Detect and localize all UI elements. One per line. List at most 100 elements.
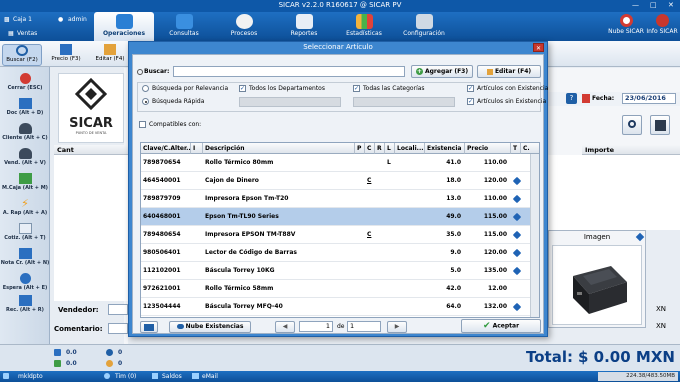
editar-button[interactable]: Editar (F4) (90, 44, 130, 66)
sidebar-item-cliente[interactable]: Cliente (Alt + C) (0, 123, 50, 141)
table-row[interactable]: 123504444 Báscula Torrey MFQ-40 64.0 132.00 (141, 298, 531, 316)
tab-consultas[interactable]: Consultas (154, 12, 214, 41)
tab-procesos[interactable]: Procesos (214, 12, 274, 41)
items-icon (106, 360, 113, 367)
buscar-input[interactable] (173, 66, 405, 77)
sidebar-item-vendedor[interactable]: Vend. (Alt + V) (0, 148, 50, 166)
status-saldos[interactable]: Saldos (162, 373, 182, 380)
precio-button[interactable]: Precio (F3) (46, 44, 86, 66)
vendedor-field[interactable] (108, 304, 128, 315)
seller-icon (18, 148, 32, 159)
image-panel-title: Imagen (583, 233, 611, 241)
ventas-label[interactable]: Ventas (17, 30, 37, 37)
table-row[interactable]: 789480654 Impresora EPSON TM-T88V C 35.0 115… (141, 226, 531, 244)
todas-cats-checkbox[interactable]: ✓ (353, 85, 360, 92)
col-clave[interactable]: Clave/C.Alter... (141, 143, 193, 154)
aceptar-button[interactable]: ✔ Aceptar (461, 319, 541, 333)
sin-existencia-checkbox[interactable]: ✓ (467, 98, 474, 105)
info-icon (655, 14, 669, 27)
search-icon (16, 45, 28, 56)
tab-estadisticas[interactable]: Estadísticas (334, 12, 394, 41)
con-existencia-checkbox[interactable]: ✓ (467, 85, 474, 92)
next-page-button[interactable]: ▶ (387, 321, 407, 333)
prev-page-button[interactable]: ◀ (275, 321, 295, 333)
col-descripcion[interactable]: Descripción (203, 143, 355, 154)
articles-table: Clave/C.Alter... I Descripción P C R L L… (140, 142, 540, 318)
view-mode-button[interactable] (140, 321, 158, 333)
col-l[interactable]: L (385, 143, 395, 154)
cell-descripcion: Epson Tm-TL90 Series (205, 213, 279, 220)
col-precio[interactable]: Precio (465, 143, 511, 154)
table-row[interactable]: 464540001 Cajon de Dinero C 18.0 120.00 (141, 172, 531, 190)
save-button[interactable] (650, 115, 670, 135)
nube-sicar-button[interactable]: Nube SICAR (608, 12, 644, 41)
nube-existencias-button[interactable]: Nube Existencias (169, 321, 251, 333)
info-sicar-button[interactable]: Info SICAR (644, 12, 680, 41)
col-r[interactable]: R (375, 143, 385, 154)
table-row[interactable]: 112102001 Báscula Torrey 10KG 5.0 135.00 (141, 262, 531, 280)
buscar-button[interactable]: Buscar (F2) (2, 44, 42, 66)
col-cant: Cant (54, 145, 128, 155)
col-c2[interactable]: C. (521, 143, 539, 154)
col-t[interactable]: T (511, 143, 521, 154)
page-current[interactable]: 1 (299, 321, 333, 332)
main-search-button[interactable] (622, 115, 642, 135)
table-row[interactable]: 640468001 Epson Tm-TL90 Series 49.0 115.00 (141, 208, 531, 226)
status-email[interactable]: eMail (202, 373, 218, 380)
search-icon (137, 69, 143, 75)
tab-operaciones[interactable]: Operaciones (94, 12, 154, 41)
tab-configuracion[interactable]: Configuración (394, 12, 454, 41)
col-i[interactable]: I (191, 143, 203, 154)
status-tim[interactable]: Tim (0) (115, 373, 136, 380)
col-p[interactable]: P (355, 143, 365, 154)
rapida-radio[interactable] (142, 98, 149, 105)
sidebar-item-label: Nota Cr. (Alt + N) (0, 260, 50, 266)
sidebar-item-rec[interactable]: Rec. (Alt + R) (0, 295, 50, 313)
cell-clave: 789870654 (143, 159, 181, 166)
col-c[interactable]: C (365, 143, 375, 154)
tag-icon (512, 248, 522, 258)
dialog-close-icon[interactable]: ✕ (533, 43, 544, 52)
change-icon (54, 360, 61, 367)
sidebar-item-cerrar[interactable]: Cerrar (ESC) (0, 73, 50, 91)
table-row[interactable]: 972621001 Rollo Térmico 58mm 42.0 12.00 (141, 280, 531, 298)
fecha-field[interactable]: 23/06/2016 (622, 93, 676, 104)
register-icon: ▩ (4, 16, 10, 23)
close-icon[interactable]: ✕ (668, 1, 674, 9)
todas-cats-label: Todas las Categorías (363, 85, 425, 92)
tag-icon (512, 194, 522, 204)
bottom-bar: 0.0 0.0 0 0 Total: $ 0.00 MXN (0, 344, 680, 371)
buscar-label: Buscar: (144, 68, 170, 75)
sidebar-item-arap[interactable]: ⚡ A. Rap (Alt + A) (0, 198, 50, 216)
sidebar-item-cotiz[interactable]: Cotiz. (Alt + T) (0, 223, 50, 241)
cash-icon (54, 349, 61, 356)
sidebar-item-label: Doc (Alt + D) (6, 110, 44, 116)
sidebar-item-espera[interactable]: Espera (Alt + E) (0, 273, 50, 291)
relevancia-radio[interactable] (142, 85, 149, 92)
sidebar-item-notacr[interactable]: Nota Cr. (Alt + N) (0, 248, 50, 266)
col-localizacion[interactable]: Locali... (395, 143, 425, 154)
sidebar-item-doc[interactable]: Doc (Alt + D) (0, 98, 50, 116)
status-bar: mkldpto Tim (0) Saldos eMail 224.38/483.… (0, 371, 680, 382)
mxn-label-2: XN (656, 322, 667, 330)
todos-deptos-checkbox[interactable]: ✓ (239, 85, 246, 92)
table-row[interactable]: 980506401 Lector de Código de Barras 9.0 12… (141, 244, 531, 262)
doc-icon (18, 98, 32, 109)
compatibles-checkbox[interactable] (139, 121, 146, 128)
credit-note-icon (18, 248, 32, 259)
help-icon[interactable]: ? (566, 93, 577, 104)
dialog-title: Seleccionar Artículo (303, 43, 373, 51)
col-existencia[interactable]: Existencia (425, 143, 465, 154)
maximize-icon[interactable]: □ (650, 1, 657, 9)
tab-reportes[interactable]: Reportes (274, 12, 334, 41)
table-row[interactable]: 789870654 Rollo Térmico 80mm L 41.0 110.00 (141, 154, 531, 172)
tab-label: Operaciones (102, 30, 146, 37)
agregar-button[interactable]: + Agregar (F3) (411, 65, 473, 78)
sidebar-item-mcaja[interactable]: M.Caja (Alt + M) (0, 173, 50, 191)
editar-dialog-button[interactable]: Editar (F4) (477, 65, 541, 78)
minimize-icon[interactable]: — (632, 1, 639, 9)
comentario-field[interactable] (108, 323, 128, 334)
tab-label: Estadísticas (346, 30, 382, 37)
table-row[interactable]: 789879709 Impresora Epson Tm-T20 13.0 110.0… (141, 190, 531, 208)
table-scrollbar[interactable] (530, 154, 539, 317)
